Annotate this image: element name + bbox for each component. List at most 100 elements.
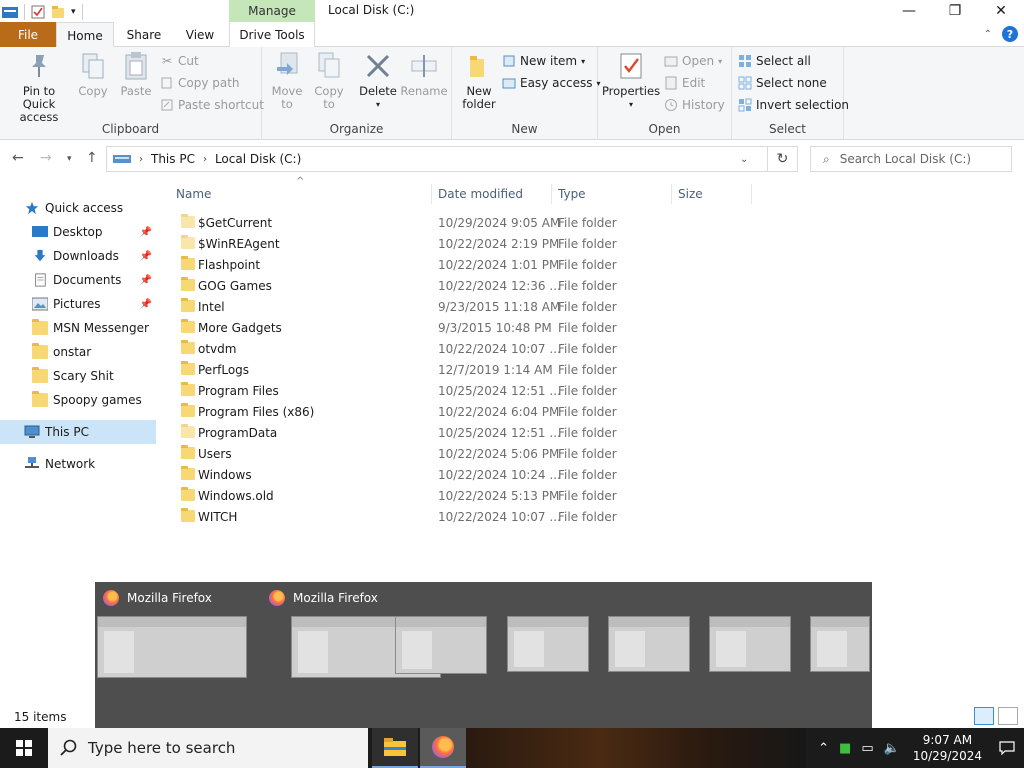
rename-button[interactable]: Rename: [400, 51, 448, 98]
delete-button[interactable]: Delete ▾: [358, 51, 398, 111]
thumbnail-title-1[interactable]: Mozilla Firefox: [103, 590, 212, 606]
file-row[interactable]: Windows 10/22/2024 10:24 ... File folder: [174, 464, 754, 485]
folder-icon: [181, 298, 195, 312]
file-row[interactable]: Program Files (x86) 10/22/2024 6:04 PM Fil…: [174, 401, 754, 422]
breadcrumb-chevron[interactable]: ›: [203, 154, 207, 165]
file-row[interactable]: More Gadgets 9/3/2015 10:48 PM File folder: [174, 317, 754, 338]
start-button[interactable]: [0, 728, 48, 768]
taskbar-file-explorer[interactable]: [372, 728, 418, 768]
taskbar-search-box[interactable]: Type here to search: [48, 728, 368, 768]
paste-button[interactable]: Paste: [118, 51, 154, 98]
window-thumbnail[interactable]: [709, 616, 791, 672]
file-row[interactable]: Program Files 10/25/2024 12:51 ... File fo…: [174, 380, 754, 401]
tab-home[interactable]: Home: [56, 22, 114, 48]
file-row[interactable]: WITCH 10/22/2024 10:07 ... File folder: [174, 506, 754, 527]
copy-to-button[interactable]: Copy to: [312, 51, 346, 111]
properties-button[interactable]: Properties ▾: [602, 51, 660, 111]
tab-share[interactable]: Share: [120, 22, 168, 47]
explorer-icon[interactable]: [2, 5, 18, 19]
taskbar-firefox[interactable]: [420, 728, 466, 768]
file-row[interactable]: $WinREAgent 10/22/2024 2:19 PM File folder: [174, 233, 754, 254]
file-row[interactable]: otvdm 10/22/2024 10:07 ... File folder: [174, 338, 754, 359]
file-row[interactable]: Flashpoint 10/22/2024 1:01 PM File folder: [174, 254, 754, 275]
breadcrumb-this-pc[interactable]: This PC: [151, 152, 195, 166]
nav-pictures[interactable]: Pictures 📌: [0, 292, 156, 316]
details-view-icon[interactable]: [974, 707, 994, 725]
qat-customize-icon[interactable]: ▾: [71, 7, 76, 17]
nav-spoopy-games[interactable]: Spoopy games: [0, 388, 156, 412]
chevron-up-icon[interactable]: ⌃: [813, 741, 834, 756]
nav-quick-access-label: Quick access: [45, 201, 124, 215]
nav-desktop[interactable]: Desktop 📌: [0, 220, 156, 244]
column-header-name[interactable]: Name: [170, 184, 432, 204]
new-folder-button[interactable]: New folder: [460, 51, 498, 111]
window-thumbnail[interactable]: [507, 616, 589, 672]
pin-to-quick-access-button[interactable]: Pin to Quick access: [6, 51, 72, 124]
move-to-button[interactable]: Move to: [270, 51, 304, 111]
address-dropdown-icon[interactable]: ⌄: [740, 154, 748, 165]
nav-network[interactable]: Network: [0, 452, 156, 476]
window-thumbnail[interactable]: [810, 616, 870, 672]
large-icons-view-icon[interactable]: [998, 707, 1018, 725]
tab-view[interactable]: View: [178, 22, 222, 47]
notification-icon[interactable]: [990, 741, 1024, 755]
nav-scary-shit[interactable]: Scary Shit: [0, 364, 156, 388]
network-icon[interactable]: ▭: [856, 741, 878, 756]
paste-shortcut-button[interactable]: Paste shortcut: [160, 95, 264, 115]
new-item-button[interactable]: New item ▾: [502, 51, 585, 71]
file-row[interactable]: ProgramData 10/25/2024 12:51 ... File fold…: [174, 422, 754, 443]
security-icon[interactable]: ■: [834, 741, 856, 756]
nav-this-pc[interactable]: This PC: [0, 420, 156, 444]
volume-icon[interactable]: 🔈: [879, 741, 905, 756]
refresh-icon[interactable]: ↻: [768, 146, 798, 172]
back-arrow-icon[interactable]: ←: [12, 150, 24, 166]
file-row[interactable]: $GetCurrent 10/29/2024 9:05 AM File folder: [174, 212, 754, 233]
clock[interactable]: 9:07 AM 10/29/2024: [905, 732, 990, 764]
search-box[interactable]: ⌕ Search Local Disk (C:): [810, 146, 1012, 172]
nav-msn-messenger[interactable]: MSN Messenger: [0, 316, 156, 340]
window-thumbnail[interactable]: [97, 616, 247, 678]
tab-file[interactable]: File: [0, 22, 56, 47]
file-row[interactable]: Users 10/22/2024 5:06 PM File folder: [174, 443, 754, 464]
column-header-date-modified[interactable]: Date modified: [432, 184, 552, 204]
cut-button[interactable]: ✂ Cut: [160, 51, 199, 71]
forward-arrow-icon[interactable]: →: [40, 150, 52, 166]
file-row[interactable]: PerfLogs 12/7/2019 1:14 AM File folder: [174, 359, 754, 380]
help-icon[interactable]: ?: [1002, 26, 1018, 42]
easy-access-button[interactable]: Easy access ▾: [502, 73, 601, 93]
breadcrumb-local-disk[interactable]: Local Disk (C:): [215, 152, 301, 166]
edit-button[interactable]: Edit: [664, 73, 705, 93]
nav-documents[interactable]: Documents 📌: [0, 268, 156, 292]
window-thumbnail[interactable]: [395, 616, 487, 674]
column-header-type[interactable]: Type: [552, 184, 672, 204]
address-bar[interactable]: › This PC › Local Disk (C:): [106, 146, 768, 172]
invert-selection-label: Invert selection: [756, 98, 850, 112]
properties-icon[interactable]: [31, 5, 45, 19]
paste-shortcut-label: Paste shortcut: [178, 98, 264, 112]
nav-downloads[interactable]: Downloads 📌: [0, 244, 156, 268]
minimize-button[interactable]: —: [886, 0, 932, 22]
copy-path-button[interactable]: Copy path: [160, 73, 240, 93]
file-row[interactable]: Intel 9/23/2015 11:18 AM File folder: [174, 296, 754, 317]
nav-onstar[interactable]: onstar: [0, 340, 156, 364]
file-row[interactable]: Windows.old 10/22/2024 5:13 PM File folder: [174, 485, 754, 506]
new-folder-icon[interactable]: [51, 5, 65, 19]
invert-selection-button[interactable]: Invert selection: [738, 95, 849, 115]
maximize-button[interactable]: ❐: [932, 0, 978, 22]
up-arrow-icon[interactable]: ↑: [86, 150, 98, 166]
column-header-size[interactable]: Size: [672, 184, 752, 204]
recent-locations-icon[interactable]: ▾: [67, 154, 72, 164]
breadcrumb-chevron[interactable]: ›: [139, 154, 143, 165]
nav-quick-access[interactable]: Quick access: [0, 196, 156, 220]
collapse-ribbon-icon[interactable]: ⌃: [984, 29, 992, 40]
close-button[interactable]: ✕: [978, 0, 1024, 22]
tab-drive-tools[interactable]: Drive Tools: [229, 22, 315, 47]
file-row[interactable]: GOG Games 10/22/2024 12:36 ... File folder: [174, 275, 754, 296]
history-button[interactable]: History: [664, 95, 725, 115]
window-thumbnail[interactable]: [608, 616, 690, 672]
copy-button[interactable]: Copy: [76, 51, 110, 98]
open-button[interactable]: Open ▾: [664, 51, 722, 71]
select-all-button[interactable]: Select all: [738, 51, 811, 71]
select-none-button[interactable]: Select none: [738, 73, 827, 93]
thumbnail-title-2[interactable]: Mozilla Firefox: [269, 590, 378, 606]
